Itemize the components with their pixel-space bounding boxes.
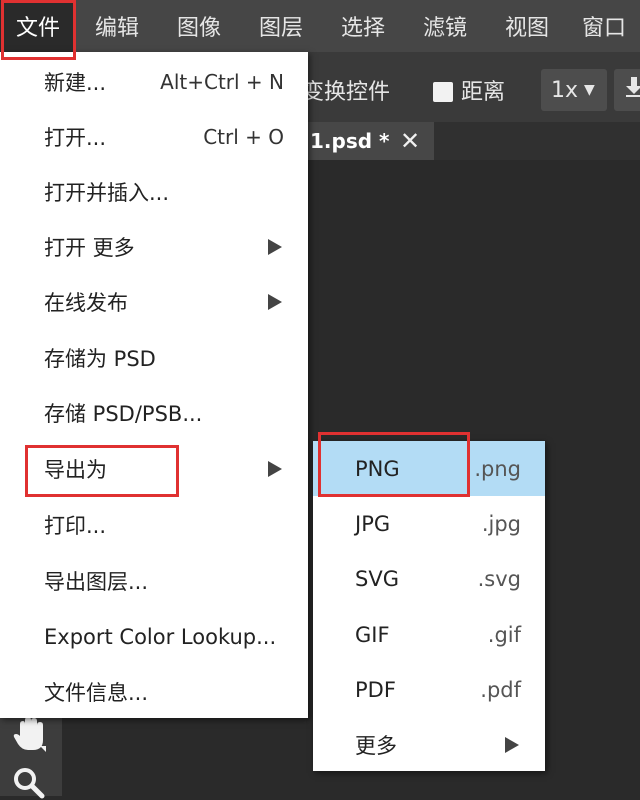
export-more[interactable]: 更多 [313, 717, 545, 772]
download-icon [626, 77, 640, 97]
submenu-item-label: PDF [355, 677, 396, 702]
submenu-item-ext: .jpg [481, 511, 521, 536]
menu-item-label: 打印... [44, 513, 107, 538]
submenu-item-ext: .pdf [480, 677, 521, 702]
menu-window[interactable]: 窗口 [568, 0, 640, 52]
menu-item-label: 存储 PSD/PSB... [44, 401, 203, 426]
menu-item-open-and-place[interactable]: 打开并插入... [0, 164, 308, 219]
menu-item-publish-online[interactable]: 在线发布 [0, 274, 308, 329]
export-jpg[interactable]: JPG .jpg [313, 496, 545, 551]
submenu-arrow-icon [268, 239, 282, 255]
menu-item-export-layers[interactable]: 导出图层... [0, 553, 308, 608]
document-tab[interactable]: 1.psd * ✕ [300, 122, 434, 160]
distance-checkbox[interactable] [433, 82, 453, 102]
submenu-arrow-icon [268, 461, 282, 477]
menu-item-label: 文件信息... [44, 680, 149, 705]
menu-item-label: 打开并插入... [44, 180, 170, 205]
submenu-arrow-icon [268, 294, 282, 310]
close-icon[interactable]: ✕ [400, 127, 420, 155]
menu-item-file-info[interactable]: 文件信息... [0, 664, 308, 719]
menu-layer[interactable]: 图层 [240, 0, 322, 52]
zoom-value: 1x [551, 77, 579, 103]
menu-item-label: Export Color Lookup... [44, 624, 277, 649]
submenu-item-label: 更多 [355, 733, 397, 758]
menu-item-label: 导出为 [44, 457, 107, 482]
menu-filter[interactable]: 滤镜 [404, 0, 486, 52]
menu-item-label: 存储为 PSD [44, 346, 156, 371]
export-svg[interactable]: SVG .svg [313, 551, 545, 606]
menu-item-save-psd-psb[interactable]: 存储 PSD/PSB... [0, 385, 308, 440]
menu-item-label: 打开... [44, 125, 107, 150]
menu-view[interactable]: 视图 [486, 0, 568, 52]
submenu-item-label: SVG [355, 566, 399, 591]
menu-file[interactable]: 文件 [0, 0, 76, 52]
menu-item-new[interactable]: 新建... Alt+Ctrl + N [0, 54, 308, 109]
submenu-item-label: GIF [355, 622, 390, 647]
submenu-item-label: PNG [355, 456, 400, 481]
submenu-item-ext: .svg [477, 566, 521, 591]
export-png[interactable]: PNG .png [313, 441, 545, 496]
menu-item-open-more[interactable]: 打开 更多 [0, 219, 308, 274]
submenu-item-label: JPG [355, 511, 391, 536]
document-tab-title: 1.psd * [310, 129, 390, 153]
menu-item-label: 在线发布 [44, 290, 128, 315]
zoom-tool-icon[interactable] [12, 766, 46, 800]
menu-item-shortcut: Alt+Ctrl + N [160, 69, 284, 94]
download-button[interactable] [614, 69, 640, 111]
submenu-item-ext: .png [474, 456, 521, 481]
chevron-down-icon: ▼ [584, 82, 595, 98]
menu-select[interactable]: 选择 [322, 0, 404, 52]
export-gif[interactable]: GIF .gif [313, 607, 545, 662]
submenu-item-ext: .gif [487, 622, 521, 647]
menu-item-shortcut: Ctrl + O [203, 124, 284, 149]
menu-item-export-color-lookup[interactable]: Export Color Lookup... [0, 609, 308, 664]
menu-item-label: 打开 更多 [44, 235, 135, 260]
submenu-arrow-icon [505, 737, 519, 753]
file-menu-dropdown: 新建... Alt+Ctrl + N 打开... Ctrl + O 打开并插入.… [0, 52, 308, 718]
menu-item-save-as-psd[interactable]: 存储为 PSD [0, 330, 308, 385]
transform-controls-label[interactable]: 变换控件 [302, 74, 390, 106]
menu-item-open[interactable]: 打开... Ctrl + O [0, 109, 308, 164]
export-pdf[interactable]: PDF .pdf [313, 662, 545, 717]
zoom-select[interactable]: 1x ▼ [541, 69, 607, 111]
menu-item-export-as[interactable]: 导出为 [0, 441, 308, 496]
menu-edit[interactable]: 编辑 [76, 0, 158, 52]
distance-label: 距离 [461, 80, 506, 105]
menu-item-print[interactable]: 打印... [0, 497, 308, 552]
hand-tool-icon[interactable] [12, 716, 46, 754]
menu-bar: 文件 编辑 图像 图层 选择 滤镜 视图 窗口 [0, 0, 640, 52]
export-submenu: PNG .png JPG .jpg SVG .svg GIF .gif PDF … [313, 441, 545, 771]
menu-item-label: 导出图层... [44, 569, 149, 594]
menu-item-label: 新建... [44, 70, 107, 95]
menu-image[interactable]: 图像 [158, 0, 240, 52]
